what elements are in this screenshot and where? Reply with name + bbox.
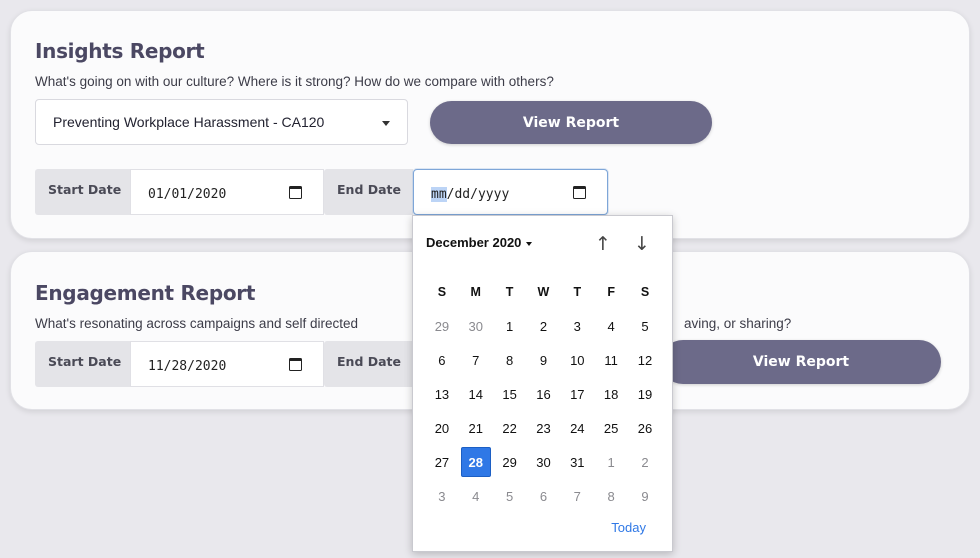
calendar-day[interactable]: 17: [560, 377, 594, 411]
month-year-label: December 2020: [426, 235, 522, 250]
calendar-day[interactable]: 7: [459, 343, 493, 377]
engagement-title: Engagement Report: [35, 281, 256, 305]
dropdown-caret-icon: [382, 121, 390, 126]
calendar-day[interactable]: 2: [527, 309, 561, 343]
calendar-day[interactable]: 11: [594, 343, 628, 377]
calendar-day[interactable]: 18: [594, 377, 628, 411]
calendar-day[interactable]: 1: [493, 309, 527, 343]
calendar-day[interactable]: 22: [493, 411, 527, 445]
weekday-header: M: [470, 285, 481, 299]
weekday-header: S: [437, 285, 447, 299]
calendar-day[interactable]: 29: [493, 445, 527, 479]
calendar-day[interactable]: 25: [594, 411, 628, 445]
calendar-day[interactable]: 6: [425, 343, 459, 377]
end-date-rest-segment[interactable]: /dd/yyyy: [447, 187, 510, 202]
weekday-header: F: [607, 285, 615, 299]
engagement-start-date-value: 11/28/2020: [148, 359, 227, 374]
weekday-header: W: [537, 285, 550, 299]
insights-start-date-input[interactable]: 01/01/2020: [130, 169, 324, 215]
calendar-day[interactable]: 24: [560, 411, 594, 445]
calendar-day[interactable]: 15: [493, 377, 527, 411]
calendar-day[interactable]: 29: [425, 309, 459, 343]
insights-end-date-input[interactable]: mm/dd/yyyy: [413, 169, 608, 215]
calendar-day[interactable]: 30: [459, 309, 493, 343]
calendar-day[interactable]: 27: [425, 445, 459, 479]
weekday-header: S: [640, 285, 650, 299]
calendar-icon[interactable]: [289, 358, 302, 371]
calendar-day[interactable]: 4: [459, 479, 493, 513]
insights-report-card: Insights Report What's going on with our…: [10, 10, 970, 239]
date-picker-popup: December 2020 ↑ ↓ S M T W T F S 29 30 1 2 3 4 5 6 7 8 9 10…: [412, 215, 673, 552]
calendar-day[interactable]: 21: [459, 411, 493, 445]
engagement-view-report-button[interactable]: View Report: [661, 340, 941, 384]
today-button[interactable]: Today: [611, 520, 646, 535]
course-select-value: Preventing Workplace Harassment - CA120: [53, 114, 325, 130]
insights-description: What's going on with our culture? Where …: [35, 74, 554, 89]
calendar-day[interactable]: 19: [628, 377, 662, 411]
engagement-description-right: aving, or sharing?: [684, 316, 792, 331]
calendar-day[interactable]: 5: [628, 309, 662, 343]
calendar-day[interactable]: 26: [628, 411, 662, 445]
calendar-day[interactable]: 5: [493, 479, 527, 513]
engagement-start-date-label: Start Date: [35, 341, 130, 387]
calendar-day[interactable]: 8: [493, 343, 527, 377]
calendar-day[interactable]: 9: [527, 343, 561, 377]
calendar-day[interactable]: 7: [560, 479, 594, 513]
weekday-header: T: [505, 285, 514, 299]
calendar-day[interactable]: 8: [594, 479, 628, 513]
engagement-description-left: What's resonating across campaigns and s…: [35, 316, 358, 331]
calendar-day[interactable]: 1: [594, 445, 628, 479]
course-select[interactable]: Preventing Workplace Harassment - CA120: [35, 99, 408, 145]
end-date-month-segment[interactable]: mm: [431, 187, 447, 202]
calendar-grid: S M T W T F S 29 30 1 2 3 4 5 6 7 8 9 10 11 12 13 14 15 16 17 18 19…: [425, 275, 662, 513]
calendar-icon[interactable]: [289, 186, 302, 199]
calendar-day[interactable]: 16: [527, 377, 561, 411]
calendar-day[interactable]: 6: [527, 479, 561, 513]
calendar-day[interactable]: 10: [560, 343, 594, 377]
calendar-day[interactable]: 9: [628, 479, 662, 513]
calendar-day[interactable]: 20: [425, 411, 459, 445]
calendar-day[interactable]: 12: [628, 343, 662, 377]
calendar-day[interactable]: 13: [425, 377, 459, 411]
month-year-selector[interactable]: December 2020: [426, 235, 533, 250]
calendar-day[interactable]: 3: [425, 479, 459, 513]
engagement-start-date-input[interactable]: 11/28/2020: [130, 341, 324, 387]
arrow-up-icon[interactable]: ↑: [592, 232, 614, 256]
calendar-day[interactable]: 14: [459, 377, 493, 411]
calendar-day[interactable]: 4: [594, 309, 628, 343]
calendar-day[interactable]: 2: [628, 445, 662, 479]
calendar-day[interactable]: 31: [560, 445, 594, 479]
selected-day-label: 28: [460, 447, 491, 477]
chevron-down-icon: [526, 241, 533, 246]
insights-title: Insights Report: [35, 39, 205, 63]
insights-start-date-value: 01/01/2020: [148, 187, 227, 202]
insights-view-report-button[interactable]: View Report: [430, 101, 712, 144]
weekday-header: T: [573, 285, 582, 299]
calendar-day[interactable]: 23: [527, 411, 561, 445]
insights-end-date-label: End Date: [324, 169, 413, 215]
engagement-end-date-label: End Date: [324, 341, 413, 387]
calendar-day[interactable]: 30: [527, 445, 561, 479]
insights-start-date-label: Start Date: [35, 169, 130, 215]
calendar-day[interactable]: 3: [560, 309, 594, 343]
calendar-day-selected[interactable]: 28: [459, 445, 493, 479]
arrow-down-icon[interactable]: ↓: [631, 232, 653, 256]
calendar-icon[interactable]: [573, 186, 586, 199]
